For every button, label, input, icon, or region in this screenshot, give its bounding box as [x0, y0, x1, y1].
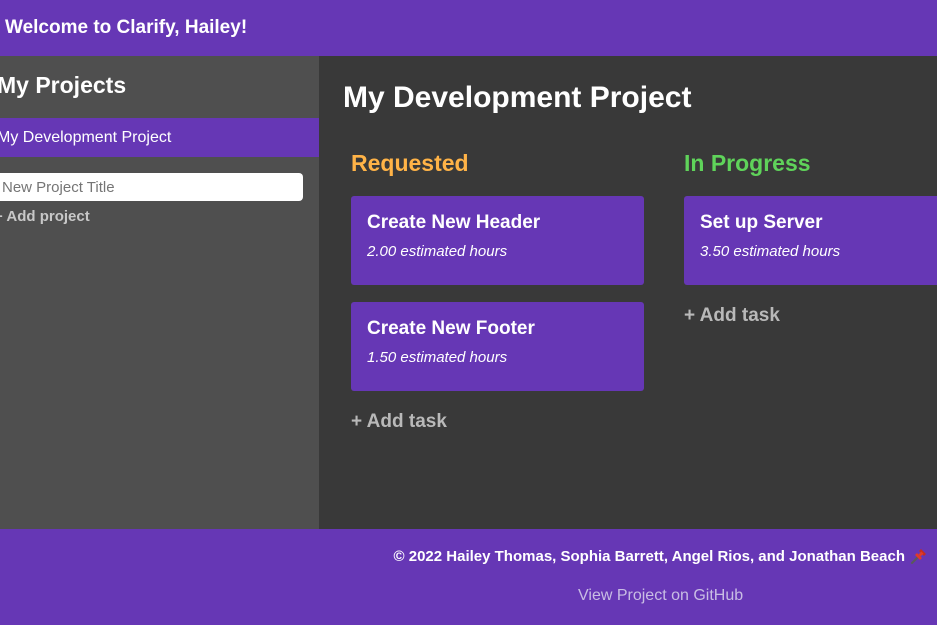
column-title: In Progress: [684, 150, 811, 176]
task-card[interactable]: Set up Server 3.50 estimated hours: [684, 196, 937, 285]
task-title: Create New Header: [367, 212, 541, 233]
pushpin-icon: [910, 547, 928, 565]
task-card[interactable]: Create New Footer 1.50 estimated hours: [351, 302, 644, 391]
column-in-progress: In Progress Set up Server 3.50 estimated…: [684, 150, 937, 327]
app-header: Welcome to Clarify, Hailey!: [0, 0, 937, 56]
sidebar-item-label: My Development Project: [0, 128, 172, 146]
footer: © 2022 Hailey Thomas, Sophia Barrett, An…: [0, 529, 937, 625]
new-project-title-input[interactable]: [0, 173, 303, 201]
welcome-text: Welcome to Clarify, Hailey!: [5, 17, 248, 38]
add-project-button[interactable]: + Add project: [0, 208, 90, 225]
github-link[interactable]: View Project on GitHub: [578, 587, 743, 605]
copyright-text: © 2022 Hailey Thomas, Sophia Barrett, An…: [393, 547, 905, 565]
task-title: Create New Footer: [367, 318, 535, 339]
copyright: © 2022 Hailey Thomas, Sophia Barrett, An…: [394, 547, 928, 565]
column-title: Requested: [351, 150, 469, 176]
page-title: My Development Project: [343, 81, 692, 114]
task-card[interactable]: Create New Header 2.00 estimated hours: [351, 196, 644, 285]
add-task-button[interactable]: + Add task: [351, 411, 644, 433]
sidebar-title: My Projects: [0, 72, 127, 98]
task-hours: 3.50 estimated hours: [700, 243, 841, 260]
task-hours: 1.50 estimated hours: [367, 349, 508, 366]
task-title: Set up Server: [700, 212, 823, 233]
sidebar: My Projects My Development Project + Add…: [0, 56, 319, 529]
column-requested: Requested Create New Header 2.00 estimat…: [351, 150, 644, 433]
sidebar-item-my-development-project[interactable]: My Development Project: [0, 118, 319, 157]
project-board: My Development Project Requested Create …: [319, 56, 937, 529]
task-hours: 2.00 estimated hours: [367, 243, 508, 260]
add-task-button[interactable]: + Add task: [684, 305, 937, 327]
